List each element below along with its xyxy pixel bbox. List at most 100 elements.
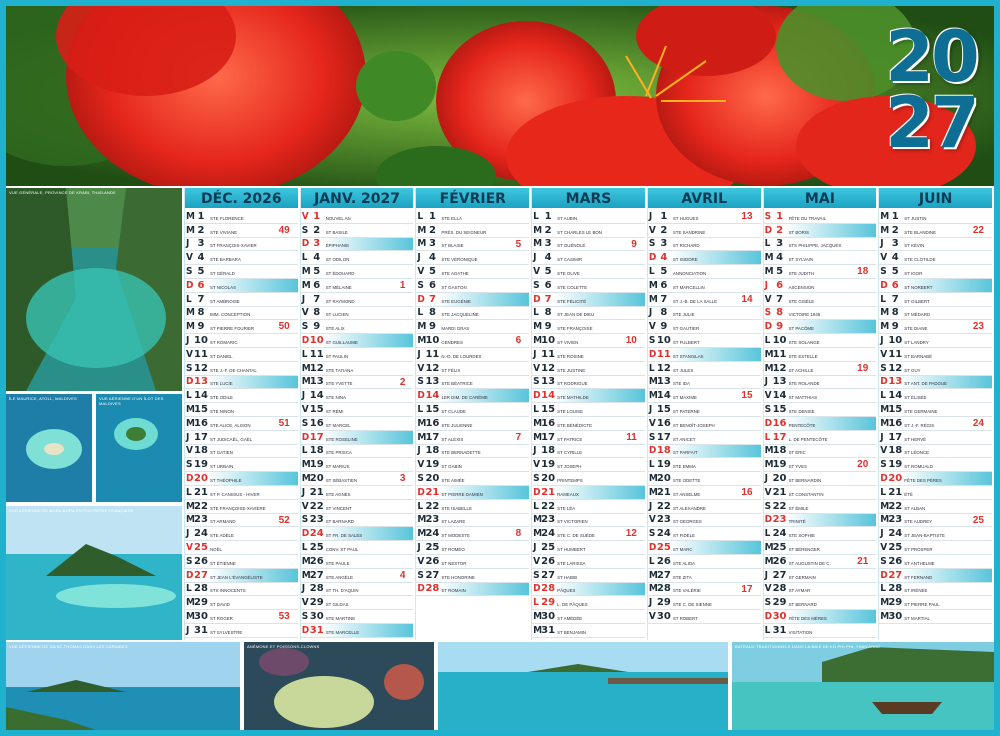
day-row: S 6 St Gaston bbox=[416, 279, 530, 293]
caption-left-2: Île Maurice, atoll, Maldives bbox=[9, 396, 77, 401]
day-row: V 2 Ste Sandrine bbox=[647, 224, 761, 238]
saint-name: St Richard bbox=[672, 243, 700, 249]
saint-name: St Jean de Dieu bbox=[557, 312, 595, 318]
day-row: M 5 St Édouard bbox=[300, 265, 414, 279]
day-letter: M bbox=[648, 569, 658, 581]
saint-name: Ste Prisca bbox=[325, 450, 352, 456]
day-row: V 18 St Gatien bbox=[185, 445, 298, 459]
day-letter: L bbox=[880, 390, 887, 402]
day-number: 4 bbox=[660, 252, 668, 264]
saint-name: Ste Véronique bbox=[441, 257, 478, 263]
day-row: J 3 St Kévin bbox=[879, 238, 992, 252]
day-row: M 6 St Mélaine 1 bbox=[300, 279, 414, 293]
day-row: S 30 Ste Martine bbox=[300, 610, 414, 624]
saint-name: Ste C. de Sienne bbox=[672, 602, 712, 608]
day-row: M 27 Ste Zita bbox=[647, 569, 761, 583]
day-letter: M bbox=[648, 486, 658, 498]
day-letter: S bbox=[186, 266, 193, 278]
day-row: M 14 St Maxime 15 bbox=[647, 389, 761, 404]
day-row: V 19 St Joseph bbox=[532, 458, 645, 473]
day-number: 3 bbox=[197, 238, 205, 250]
saint-name: St Judicaël, Gaël bbox=[210, 436, 253, 442]
saint-name: St Isidore bbox=[672, 257, 698, 263]
day-row: S 29 St Bernard bbox=[763, 596, 877, 611]
day-row: M 30 St Martial bbox=[879, 610, 992, 624]
saint-name: Ste Agnès bbox=[325, 491, 351, 497]
day-number: 21 bbox=[541, 486, 556, 498]
jetty-photo bbox=[438, 642, 728, 730]
day-row: S 12 St Guy bbox=[879, 362, 992, 376]
day-number: 21 bbox=[656, 486, 671, 498]
saint-name: Ste Julie bbox=[672, 312, 695, 318]
day-number: 30 bbox=[888, 611, 903, 622]
day-row: M 22 St Alban bbox=[879, 500, 992, 514]
day-number: 18 bbox=[194, 445, 208, 457]
saint-name: Ste Estelle bbox=[788, 353, 818, 359]
day-number: 11 bbox=[309, 348, 324, 360]
day-number: 4 bbox=[891, 252, 899, 264]
day-row: S 13 St Rodrigue bbox=[532, 376, 645, 390]
day-number: 7 bbox=[197, 293, 205, 305]
week-number: 1 bbox=[399, 279, 406, 291]
day-row: V 12 St Félix bbox=[416, 362, 530, 376]
day-letter: S bbox=[186, 459, 193, 471]
saint-name: Trinité bbox=[788, 519, 806, 525]
saint-name: Ste Gisèle bbox=[788, 298, 815, 304]
day-letter: V bbox=[880, 252, 888, 264]
week-number: 14 bbox=[741, 293, 753, 305]
bora-bora-picture bbox=[6, 506, 182, 640]
day-letter: S bbox=[417, 376, 424, 388]
day-row: V 5 Ste Agathe bbox=[416, 265, 530, 279]
day-row: M 9 Mardi Gras bbox=[416, 320, 530, 335]
day-letter: M bbox=[533, 321, 543, 333]
saint-name: St Guillaume bbox=[325, 340, 358, 346]
day-letter: M bbox=[533, 238, 543, 250]
saint-name: Ste Zita bbox=[672, 574, 692, 580]
day-number: 23 bbox=[656, 514, 671, 526]
day-letter: D bbox=[764, 514, 773, 526]
day-row: D 21 St Pierre Damien bbox=[416, 485, 530, 500]
day-number: 25 bbox=[541, 542, 556, 554]
day-row: V 28 St Aymar bbox=[763, 583, 877, 597]
day-letter: D bbox=[764, 224, 773, 236]
saint-name: St Gilbert bbox=[904, 298, 930, 304]
month-column: JANV. 2027 V 1 Nouvel an S 2 St Basile D 3 Épipha… bbox=[299, 188, 414, 640]
day-row: V 25 St Prosper bbox=[879, 541, 992, 555]
day-row: L 1 Ste Ella bbox=[416, 210, 530, 224]
saint-name: St Pierre Paul bbox=[904, 602, 940, 608]
day-number: 2 bbox=[776, 224, 784, 236]
day-row: L 3 Sts Philippe, Jacques bbox=[763, 238, 877, 252]
day-number: 17 bbox=[772, 431, 787, 443]
day-letter: D bbox=[533, 486, 541, 498]
saint-name: St Ant. de Padoue bbox=[904, 381, 948, 387]
day-number: 19 bbox=[541, 459, 556, 471]
day-number: 5 bbox=[428, 266, 436, 278]
day-number: 8 bbox=[313, 307, 321, 319]
day-letter: V bbox=[533, 555, 541, 567]
day-number: 27 bbox=[656, 569, 671, 581]
saint-name: St Romuald bbox=[904, 464, 933, 470]
day-number: 1 bbox=[660, 210, 668, 222]
day-letter: M bbox=[880, 404, 890, 416]
day-number: 14 bbox=[656, 390, 671, 402]
day-row: S 20 Printemps bbox=[532, 472, 645, 486]
saint-name: Mardi Gras bbox=[441, 326, 470, 332]
week-number: 21 bbox=[857, 555, 869, 567]
day-row: M 29 St David bbox=[185, 596, 298, 611]
day-number: 10 bbox=[772, 335, 787, 347]
saint-name: St Cyrille bbox=[557, 450, 583, 456]
day-row: S 12 Ste J.-F. de Chantal bbox=[185, 362, 298, 376]
saint-name: Ste Odile bbox=[210, 395, 233, 401]
day-row: M 6 St Marcellin bbox=[647, 279, 761, 293]
week-number: 24 bbox=[972, 417, 984, 429]
day-number: 2 bbox=[313, 224, 321, 236]
saint-name: St Gautier bbox=[672, 326, 700, 332]
months-grid: DÉC. 2026 M 1 Ste Florence M 2 Ste Viviane 49 J 3… bbox=[184, 188, 994, 640]
day-letter: S bbox=[880, 459, 887, 471]
day-number: 22 bbox=[656, 500, 671, 512]
day-letter: L bbox=[301, 542, 308, 554]
day-number: 8 bbox=[891, 307, 899, 319]
day-number: 27 bbox=[888, 569, 903, 581]
month-column: MARS L 1 St Aubin M 2 St Charles le Bon M 3 St Gu… bbox=[531, 188, 645, 640]
saint-name: St Barnard bbox=[325, 519, 354, 525]
